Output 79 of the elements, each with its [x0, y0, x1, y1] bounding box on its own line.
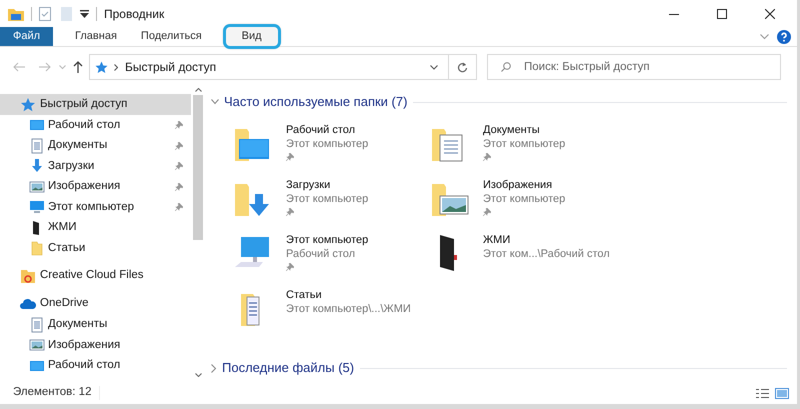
star-icon [95, 60, 108, 74]
back-arrow-icon[interactable] [13, 62, 25, 72]
section-header[interactable]: Часто используемые папки (7) [224, 92, 408, 112]
cloud-folder-icon [20, 268, 36, 284]
pin-icon[interactable] [286, 263, 294, 271]
folder-location: Этот компьютер [483, 137, 566, 151]
section-header[interactable]: Последние файлы (5) [222, 358, 354, 378]
window-title: Проводник [104, 6, 164, 22]
sidebar-item[interactable]: Изображения [0, 335, 191, 356]
forward-arrow-icon[interactable] [39, 62, 51, 72]
folder-icon [8, 6, 24, 20]
image-icon [29, 178, 45, 195]
dropdown-icon[interactable] [80, 10, 89, 18]
pin-icon[interactable] [175, 182, 183, 191]
pin-icon[interactable] [175, 162, 183, 170]
chevron-right-icon[interactable] [211, 364, 217, 372]
folder-location: Рабочий стол [286, 247, 356, 261]
pin-icon[interactable] [175, 203, 183, 212]
ribbon-tab[interactable]: Главная [63, 27, 129, 46]
maximize-icon[interactable] [717, 8, 727, 18]
sidebar-item[interactable]: OneDrive [0, 294, 191, 314]
status-text: Элементов: 12 [13, 385, 92, 400]
scroll-down-icon[interactable] [194, 373, 202, 377]
details-view-icon[interactable] [756, 388, 769, 398]
pin-icon[interactable] [175, 121, 183, 130]
folder-location: Этот компьютер\...\ЖМИ [286, 302, 411, 316]
folder-location: Этот ком...\Рабочий стол [483, 247, 610, 261]
pin-icon[interactable] [175, 142, 183, 150]
pin-icon[interactable] [286, 153, 294, 161]
chevron-down-icon[interactable] [211, 99, 219, 105]
chevron-right-icon [114, 64, 118, 70]
computer-icon [29, 199, 45, 216]
pin-icon[interactable] [483, 208, 491, 216]
sidebar-item[interactable]: Загрузки [0, 156, 191, 176]
folder-location: Этот компьютер [286, 137, 368, 151]
sidebar-item[interactable]: Рабочий стол [0, 356, 191, 376]
ribbon-tab[interactable]: Файл [0, 27, 54, 46]
sidebar-item[interactable]: ЖМИ [0, 218, 191, 238]
search-icon [501, 62, 511, 72]
refresh-icon[interactable] [457, 62, 468, 72]
folder-name[interactable]: Загрузки [286, 178, 368, 192]
image-icon [29, 337, 45, 354]
folder-name[interactable]: Изображения [483, 178, 566, 192]
ribbon-tab[interactable]: Вид [226, 27, 278, 46]
address-bar[interactable]: Быстрый доступ [89, 54, 477, 80]
folder-name[interactable]: Документы [483, 123, 566, 137]
sidebar-item[interactable]: Рабочий стол [0, 115, 191, 136]
sidebar-item[interactable]: Статьи [0, 238, 191, 258]
document-icon [29, 316, 45, 333]
pin-icon[interactable] [286, 208, 294, 216]
ribbon-tab[interactable]: Поделиться [128, 27, 214, 46]
folder-icon [29, 240, 45, 256]
sidebar-item[interactable]: Creative Cloud Files [0, 266, 191, 286]
scroll-up-icon[interactable] [194, 88, 202, 92]
sidebar-item[interactable]: Документы [0, 136, 191, 156]
tiles-view-icon[interactable] [775, 388, 789, 398]
document-icon [29, 138, 45, 154]
help-icon[interactable] [777, 30, 791, 44]
folder-location: Этот компьютер [286, 192, 368, 206]
download-arrow-icon [29, 158, 45, 174]
folder-location: Этот компьютер [483, 192, 566, 206]
folder-name[interactable]: Рабочий стол [286, 123, 368, 137]
sidebar-item[interactable]: Документы [0, 314, 191, 335]
folder-name[interactable]: ЖМИ [483, 233, 610, 247]
sidebar-item[interactable]: Этот компьютер [0, 197, 191, 218]
checklist-icon[interactable] [39, 6, 51, 20]
up-arrow-icon[interactable] [73, 61, 83, 73]
search-field[interactable]: Поиск: Быстрый доступ [487, 54, 781, 80]
close-icon[interactable] [765, 8, 775, 18]
pin-icon[interactable] [483, 153, 491, 161]
chevron-down-icon[interactable] [430, 64, 438, 70]
sidebar-item[interactable]: Изображения [0, 176, 191, 197]
cloud-icon [20, 296, 36, 312]
folder-name[interactable]: Этот компьютер [286, 233, 368, 247]
star-icon [20, 96, 36, 112]
address-path: Быстрый доступ [125, 59, 216, 76]
folder-name[interactable]: Статьи [286, 288, 411, 302]
scrollbar-thumb[interactable] [193, 95, 203, 240]
sidebar-item[interactable]: Быстрый доступ [0, 94, 191, 115]
